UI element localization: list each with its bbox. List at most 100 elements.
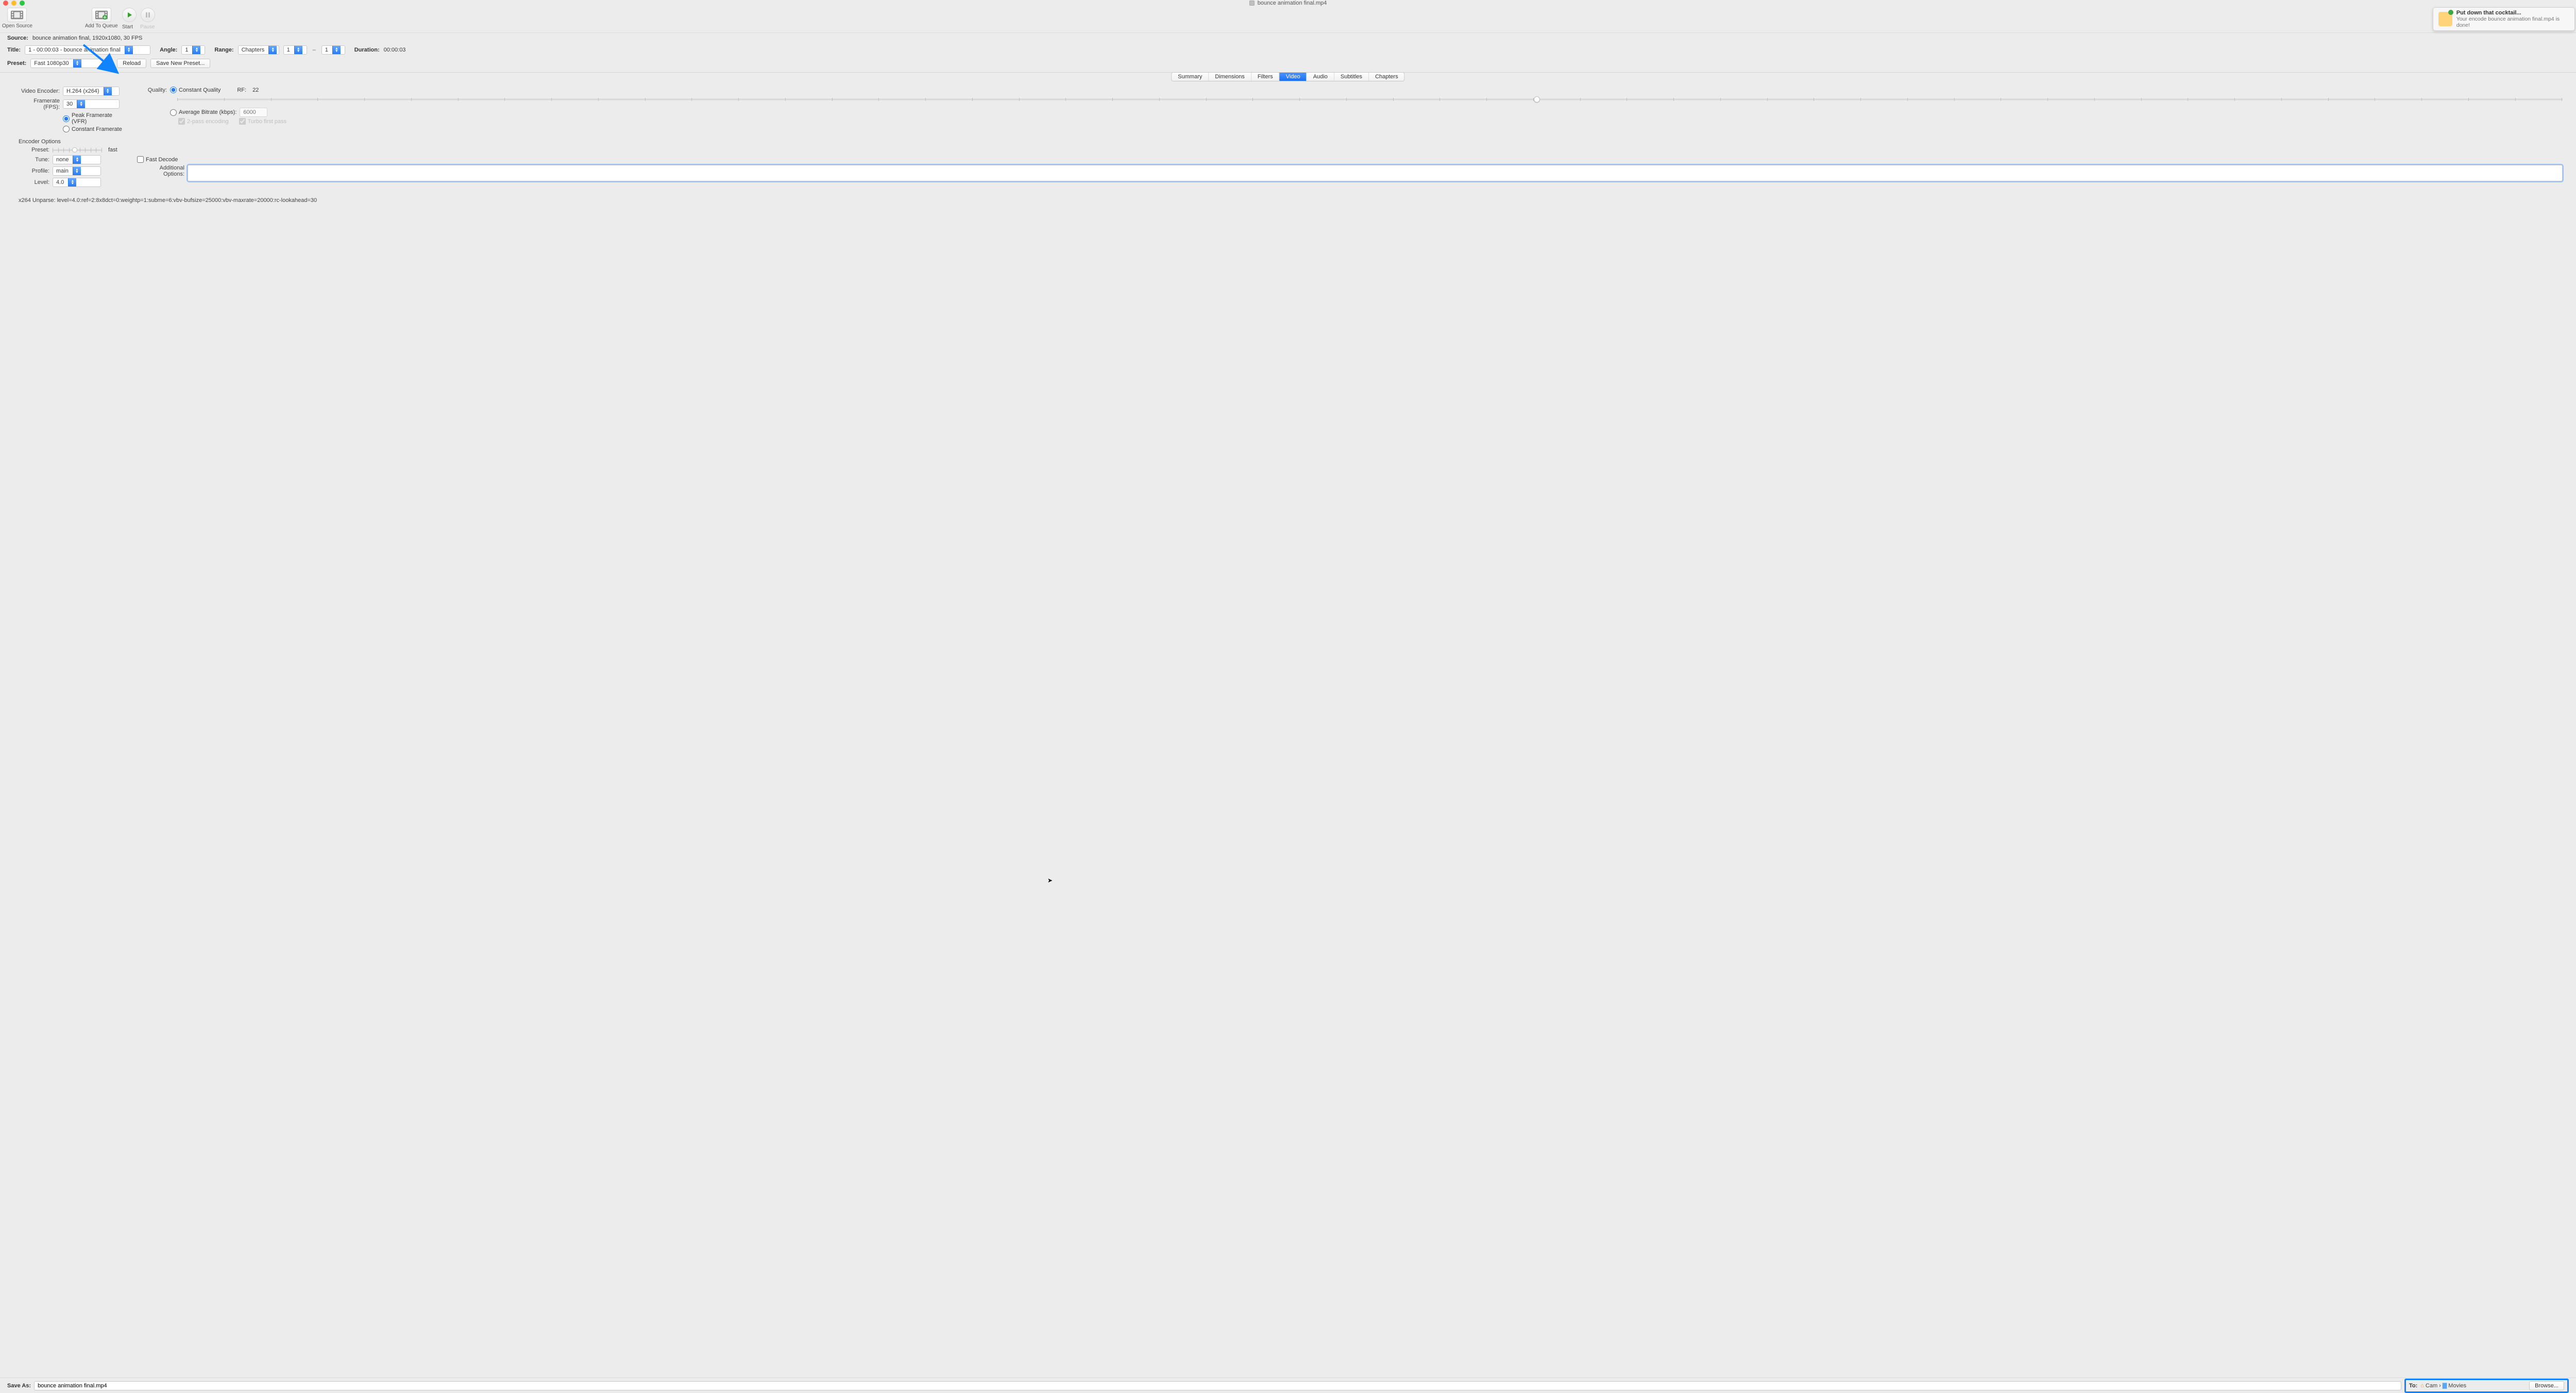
level-value: 4.0 [53,179,68,185]
add-to-queue-button[interactable] [92,8,111,22]
encoder-preset-slider[interactable] [53,149,102,151]
tab-video[interactable]: Video [1280,73,1307,81]
film-icon [11,10,23,20]
tab-chapters[interactable]: Chapters [1369,73,1404,81]
range-from-dropdown[interactable]: 1 ▲▼ [283,45,307,55]
chevron-updown-icon: ▲▼ [73,167,81,175]
queue-icon [95,10,108,20]
average-bitrate-radio[interactable]: Average Bitrate (kbps): [170,109,236,116]
chevron-updown-icon: ▲▼ [332,46,341,54]
save-as-label: Save As: [7,1383,31,1389]
preset-value: Fast 1080p30 [31,60,73,66]
destination-path[interactable]: ⌂ Cam › ▇ Movies [2420,1382,2466,1389]
video-encoder-value: H.264 (x264) [63,88,104,94]
pause-button[interactable] [141,8,155,22]
fast-decode-label: Fast Decode [146,157,178,163]
rf-label: RF: [237,87,246,93]
title-dropdown-value: 1 - 00:00:03 - bounce animation final [25,47,125,53]
fast-decode-checkbox[interactable]: Fast Decode [137,156,178,163]
range-label: Range: [214,47,233,53]
turbo-first-pass-label: Turbo first pass [248,118,286,125]
preset-dropdown[interactable]: Fast 1080p30 ▲▼ [30,59,113,68]
cursor-icon: ➤ [1047,877,1053,884]
preset-row: Preset: Fast 1080p30 ▲▼ Reload Save New … [0,57,2576,73]
add-to-queue-label: Add To Queue [85,23,118,29]
angle-dropdown[interactable]: 1 ▲▼ [181,45,205,55]
source-value: bounce animation final, 1920x1080, 30 FP… [32,35,142,41]
tab-subtitles[interactable]: Subtitles [1334,73,1369,81]
notification-subtitle: Your encode bounce animation final.mp4 i… [2456,16,2569,28]
rf-value: 22 [252,87,259,93]
level-dropdown[interactable]: 4.0 ▲▼ [53,178,101,187]
save-new-preset-button[interactable]: Save New Preset... [150,59,210,68]
bottom-bar: Save As: To: ⌂ Cam › ▇ Movies Browse... [0,1378,2576,1393]
browse-button[interactable]: Browse... [2529,1381,2564,1390]
quality-label: Quality: [147,87,167,93]
encode-done-notification[interactable]: Put down that cocktail... Your encode bo… [2433,7,2575,31]
chevron-updown-icon: ▲▼ [104,87,112,95]
to-label: To: [2409,1383,2417,1389]
constant-quality-label: Constant Quality [179,87,221,93]
titlebar: bounce animation final.mp4 [0,0,2576,6]
peak-framerate-radio[interactable]: Peak Framerate (VFR) [63,112,127,125]
folder-icon: ▇ [2443,1382,2447,1389]
constant-framerate-label: Constant Framerate [72,126,122,132]
range-mode-value: Chapters [239,47,269,53]
source-row: Source: bounce animation final, 1920x108… [0,33,2576,43]
video-encoder-dropdown[interactable]: H.264 (x264) ▲▼ [63,87,120,96]
tab-summary[interactable]: Summary [1172,73,1209,81]
reload-button[interactable]: Reload [117,59,146,68]
two-pass-label: 2-pass encoding [187,118,229,125]
fps-dropdown[interactable]: 30 ▲▼ [63,99,120,109]
fps-label: Framerate (FPS): [19,98,60,110]
preset-label: Preset: [7,60,26,66]
handbrake-app-icon [2438,12,2452,26]
peak-framerate-label: Peak Framerate (VFR) [72,112,127,125]
range-mode-dropdown[interactable]: Chapters ▲▼ [238,45,279,55]
constant-framerate-radio[interactable]: Constant Framerate [63,126,122,132]
tab-filters[interactable]: Filters [1251,73,1280,81]
tune-label: Tune: [19,157,49,163]
play-icon [126,12,132,18]
tune-dropdown[interactable]: none ▲▼ [53,155,101,164]
chevron-updown-icon: ▲▼ [73,156,81,164]
destination-highlight-box: To: ⌂ Cam › ▇ Movies Browse... [2404,1379,2569,1393]
save-as-field[interactable] [34,1381,2401,1390]
open-source-button[interactable] [7,8,27,22]
notification-title: Put down that cocktail... [2456,10,2569,16]
average-bitrate-field[interactable] [240,108,267,117]
tab-dimensions[interactable]: Dimensions [1209,73,1251,81]
chevron-updown-icon: ▲▼ [294,46,302,54]
additional-options-field[interactable] [188,165,2563,181]
two-pass-checkbox: 2-pass encoding [178,118,229,125]
tab-audio[interactable]: Audio [1307,73,1334,81]
turbo-first-pass-checkbox: Turbo first pass [239,118,286,125]
rf-slider[interactable] [177,95,2563,104]
chevron-updown-icon: ▲▼ [125,46,133,54]
range-to-dropdown[interactable]: 1 ▲▼ [321,45,345,55]
file-proxy-icon [1249,1,1255,6]
profile-label: Profile: [19,168,49,174]
chevron-updown-icon: ▲▼ [68,178,76,186]
range-to-value: 1 [322,47,332,53]
start-button[interactable] [122,8,137,22]
pause-icon [145,12,151,18]
open-source-label: Open Source [2,23,32,29]
home-icon: ⌂ [2420,1383,2424,1389]
x264-unparse-output: x264 Unparse: level=4.0:ref=2:8x8dct=0:w… [19,197,2563,203]
tune-value: none [53,157,73,163]
range-from-value: 1 [284,47,294,53]
video-encoder-label: Video Encoder: [19,88,60,94]
main-panel: Summary Dimensions Filters Video Audio S… [7,73,2569,1377]
profile-dropdown[interactable]: main ▲▼ [53,166,101,176]
encoder-options-header: Encoder Options [19,139,2563,145]
duration-value: 00:00:03 [384,47,406,53]
constant-quality-radio[interactable]: Constant Quality [170,87,221,93]
pause-label: Pause [140,24,155,30]
chevron-updown-icon: ▲▼ [73,59,81,67]
title-dropdown[interactable]: 1 - 00:00:03 - bounce animation final ▲▼ [25,45,150,55]
toolbar: Open Source Add To Queue Start Pause [0,6,2576,33]
range-dash: – [313,47,316,53]
dest-folder: Movies [2448,1383,2466,1389]
chevron-updown-icon: ▲▼ [192,46,200,54]
